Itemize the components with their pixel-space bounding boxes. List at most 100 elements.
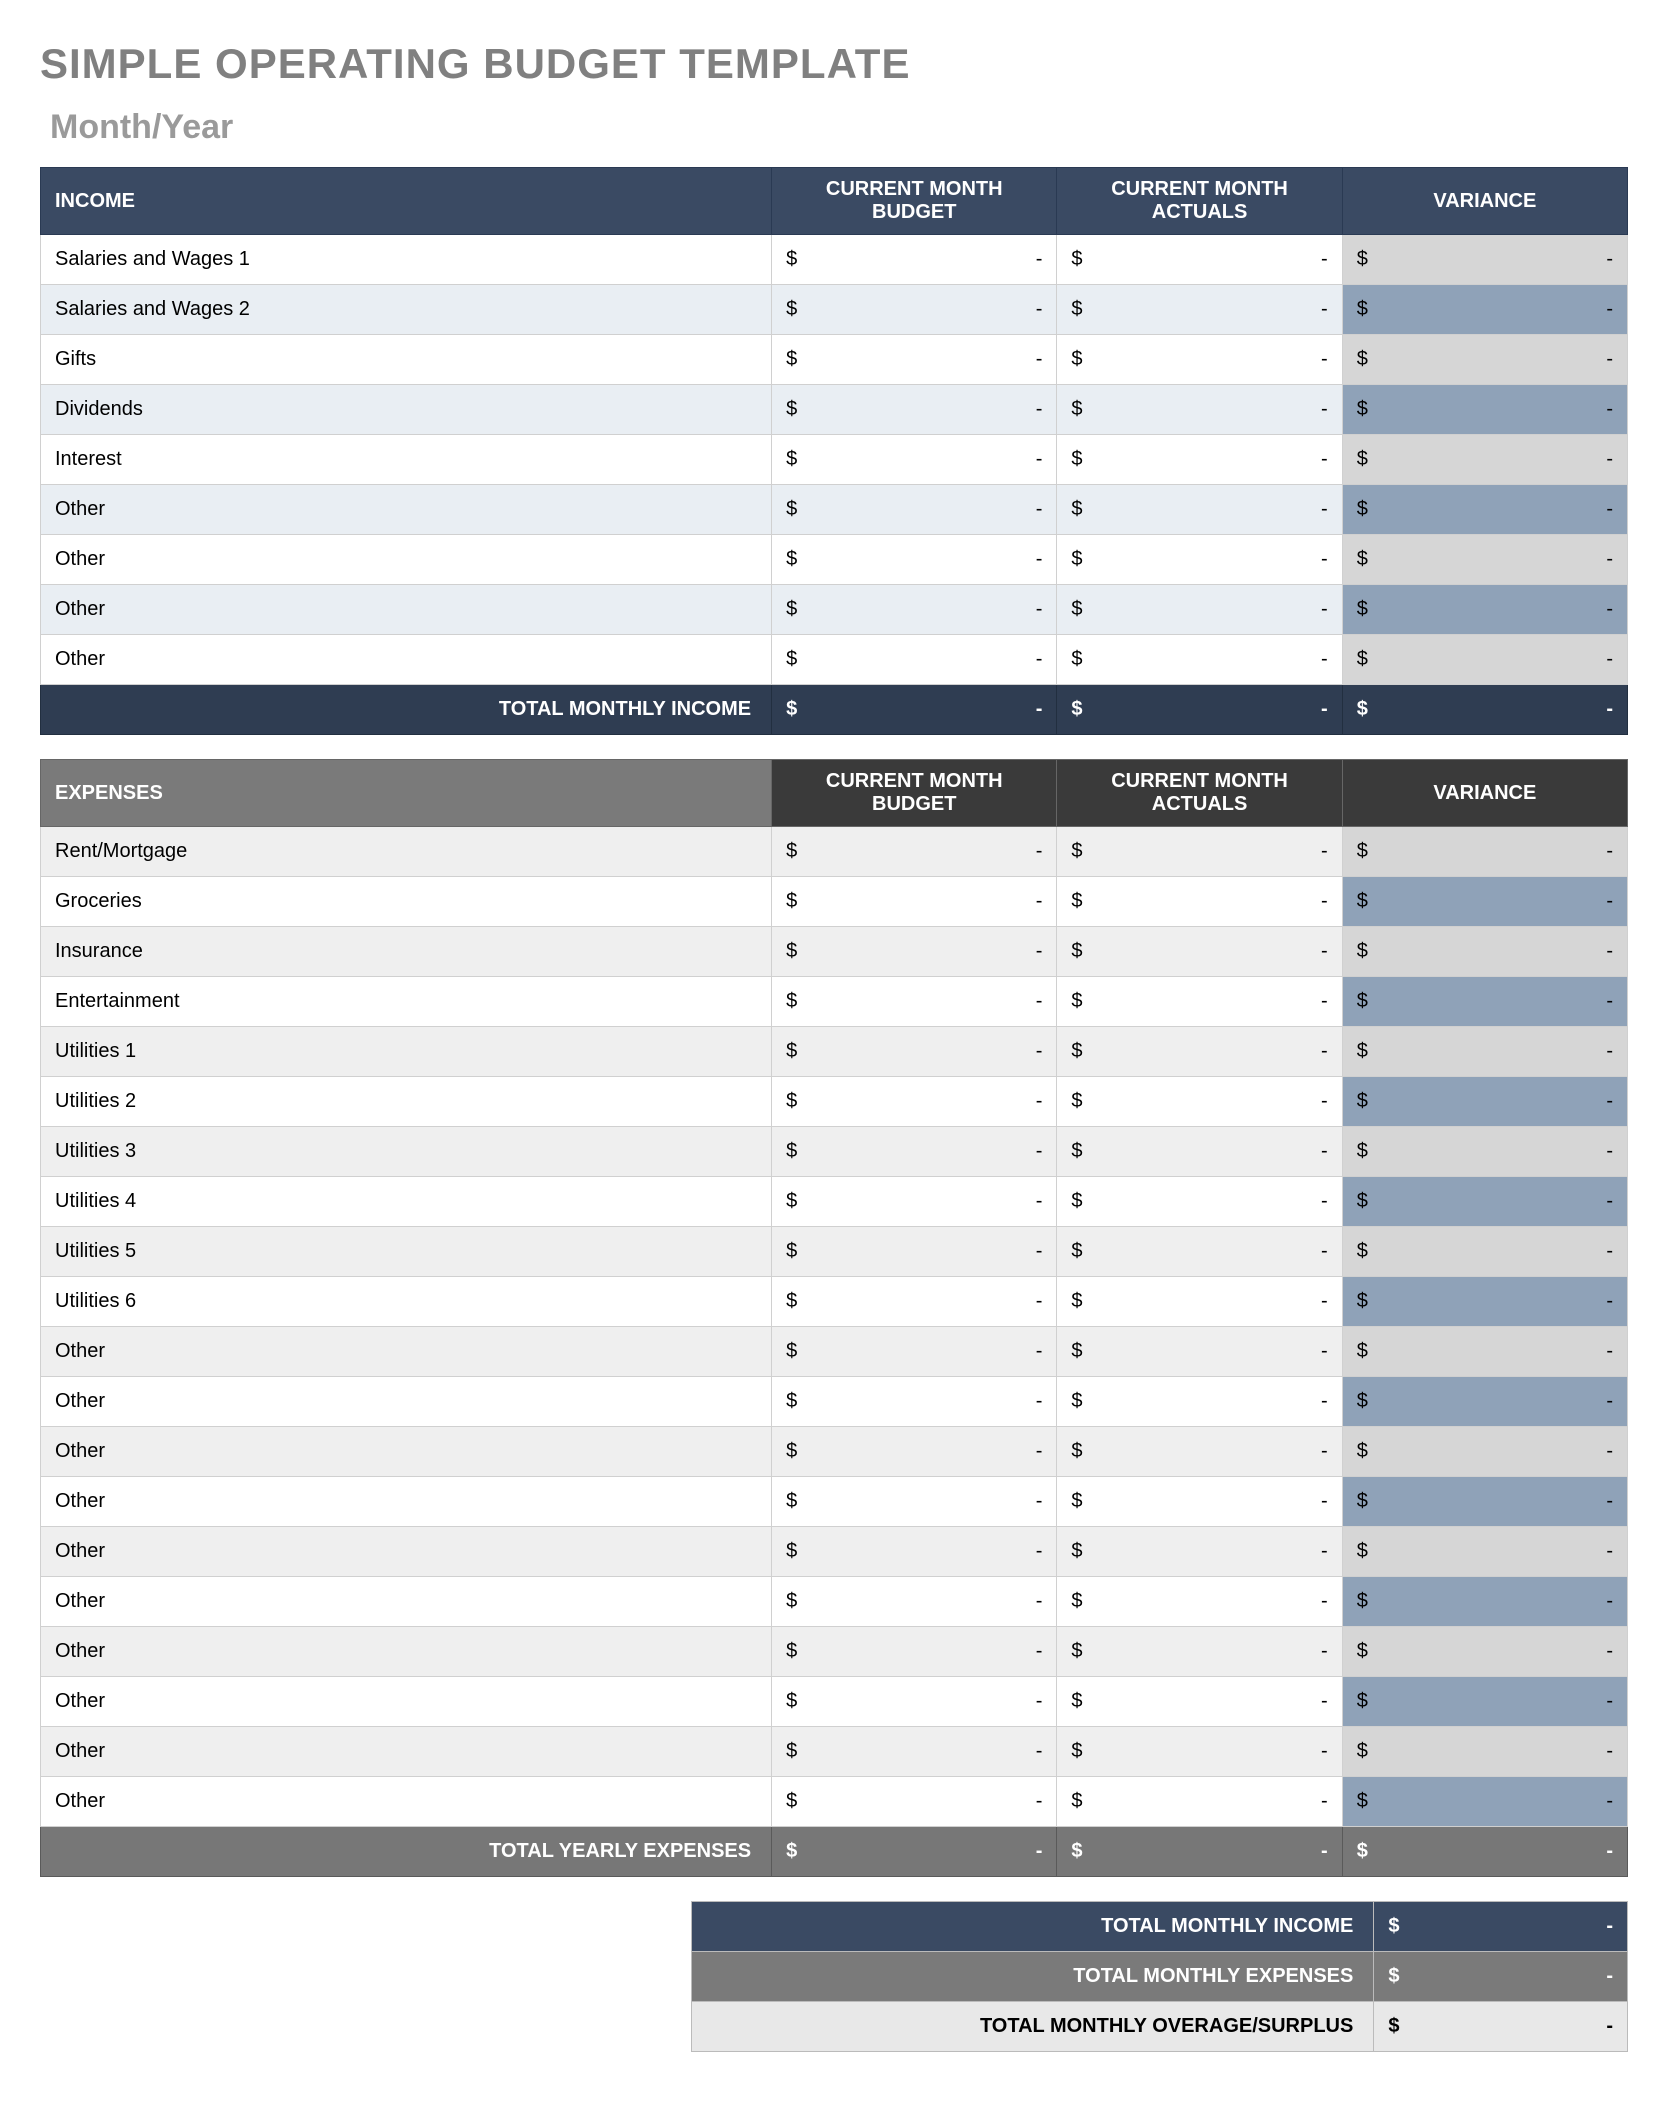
cell-budget[interactable]: $- (772, 827, 1057, 877)
row-label[interactable]: Other (41, 1527, 772, 1577)
income-total-actuals: $- (1057, 685, 1342, 735)
row-label[interactable]: Utilities 6 (41, 1277, 772, 1327)
cell-budget[interactable]: $- (772, 1677, 1057, 1727)
cell-budget[interactable]: $- (772, 927, 1057, 977)
cell-actuals[interactable]: $- (1057, 1777, 1342, 1827)
cell-actuals[interactable]: $- (1057, 1077, 1342, 1127)
row-label[interactable]: Other (41, 1677, 772, 1727)
income-total-budget: $- (772, 685, 1057, 735)
col-actuals-header: CURRENT MONTH ACTUALS (1057, 168, 1342, 235)
cell-variance: $- (1342, 485, 1627, 535)
row-label[interactable]: Other (41, 1477, 772, 1527)
row-label[interactable]: Gifts (41, 335, 772, 385)
cell-budget[interactable]: $- (772, 435, 1057, 485)
cell-actuals[interactable]: $- (1057, 1677, 1342, 1727)
cell-variance: $- (1342, 635, 1627, 685)
cell-budget[interactable]: $- (772, 1577, 1057, 1627)
cell-budget[interactable]: $- (772, 1227, 1057, 1277)
cell-variance: $- (1342, 927, 1627, 977)
row-label[interactable]: Utilities 2 (41, 1077, 772, 1127)
cell-actuals[interactable]: $- (1057, 1627, 1342, 1677)
cell-budget[interactable]: $- (772, 1377, 1057, 1427)
cell-actuals[interactable]: $- (1057, 877, 1342, 927)
cell-budget[interactable]: $- (772, 1177, 1057, 1227)
row-label[interactable]: Other (41, 485, 772, 535)
table-row: Utilities 4$-$-$- (41, 1177, 1628, 1227)
cell-variance: $- (1342, 1377, 1627, 1427)
cell-actuals[interactable]: $- (1057, 335, 1342, 385)
cell-budget[interactable]: $- (772, 1727, 1057, 1777)
cell-budget[interactable]: $- (772, 977, 1057, 1027)
cell-actuals[interactable]: $- (1057, 927, 1342, 977)
cell-budget[interactable]: $- (772, 1627, 1057, 1677)
row-label[interactable]: Other (41, 1377, 772, 1427)
cell-budget[interactable]: $- (772, 1027, 1057, 1077)
cell-actuals[interactable]: $- (1057, 635, 1342, 685)
cell-budget[interactable]: $- (772, 635, 1057, 685)
row-label[interactable]: Other (41, 1627, 772, 1677)
row-label[interactable]: Other (41, 1777, 772, 1827)
row-label[interactable]: Entertainment (41, 977, 772, 1027)
row-label[interactable]: Other (41, 535, 772, 585)
row-label[interactable]: Salaries and Wages 2 (41, 285, 772, 335)
row-label[interactable]: Other (41, 635, 772, 685)
row-label[interactable]: Utilities 1 (41, 1027, 772, 1077)
cell-budget[interactable]: $- (772, 235, 1057, 285)
cell-actuals[interactable]: $- (1057, 827, 1342, 877)
cell-budget[interactable]: $- (772, 585, 1057, 635)
cell-variance: $- (1342, 1527, 1627, 1577)
cell-budget[interactable]: $- (772, 1127, 1057, 1177)
cell-budget[interactable]: $- (772, 1777, 1057, 1827)
cell-actuals[interactable]: $- (1057, 1227, 1342, 1277)
cell-actuals[interactable]: $- (1057, 1377, 1342, 1427)
cell-budget[interactable]: $- (772, 285, 1057, 335)
row-label[interactable]: Other (41, 1327, 772, 1377)
row-label[interactable]: Salaries and Wages 1 (41, 235, 772, 285)
cell-budget[interactable]: $- (772, 877, 1057, 927)
cell-variance: $- (1342, 385, 1627, 435)
cell-actuals[interactable]: $- (1057, 1427, 1342, 1477)
cell-budget[interactable]: $- (772, 385, 1057, 435)
cell-budget[interactable]: $- (772, 1527, 1057, 1577)
row-label[interactable]: Interest (41, 435, 772, 485)
cell-budget[interactable]: $- (772, 1427, 1057, 1477)
cell-budget[interactable]: $- (772, 335, 1057, 385)
cell-budget[interactable]: $- (772, 1077, 1057, 1127)
row-label[interactable]: Utilities 3 (41, 1127, 772, 1177)
row-label[interactable]: Groceries (41, 877, 772, 927)
cell-actuals[interactable]: $- (1057, 1577, 1342, 1627)
cell-actuals[interactable]: $- (1057, 235, 1342, 285)
cell-actuals[interactable]: $- (1057, 1727, 1342, 1777)
summary-income-row: TOTAL MONTHLY INCOME $- (692, 1902, 1628, 1952)
row-label[interactable]: Other (41, 1577, 772, 1627)
cell-actuals[interactable]: $- (1057, 1027, 1342, 1077)
row-label[interactable]: Rent/Mortgage (41, 827, 772, 877)
col-variance-header: VARIANCE (1342, 760, 1627, 827)
row-label[interactable]: Dividends (41, 385, 772, 435)
cell-actuals[interactable]: $- (1057, 977, 1342, 1027)
cell-actuals[interactable]: $- (1057, 1127, 1342, 1177)
row-label[interactable]: Utilities 5 (41, 1227, 772, 1277)
row-label[interactable]: Other (41, 1427, 772, 1477)
cell-actuals[interactable]: $- (1057, 585, 1342, 635)
row-label[interactable]: Insurance (41, 927, 772, 977)
cell-actuals[interactable]: $- (1057, 285, 1342, 335)
cell-actuals[interactable]: $- (1057, 1177, 1342, 1227)
cell-budget[interactable]: $- (772, 535, 1057, 585)
row-label[interactable]: Other (41, 1727, 772, 1777)
cell-actuals[interactable]: $- (1057, 1277, 1342, 1327)
cell-actuals[interactable]: $- (1057, 385, 1342, 435)
cell-budget[interactable]: $- (772, 1477, 1057, 1527)
cell-budget[interactable]: $- (772, 1327, 1057, 1377)
cell-budget[interactable]: $- (772, 485, 1057, 535)
cell-actuals[interactable]: $- (1057, 485, 1342, 535)
cell-actuals[interactable]: $- (1057, 1327, 1342, 1377)
cell-actuals[interactable]: $- (1057, 1527, 1342, 1577)
cell-variance: $- (1342, 877, 1627, 927)
row-label[interactable]: Utilities 4 (41, 1177, 772, 1227)
cell-actuals[interactable]: $- (1057, 535, 1342, 585)
cell-actuals[interactable]: $- (1057, 435, 1342, 485)
row-label[interactable]: Other (41, 585, 772, 635)
cell-actuals[interactable]: $- (1057, 1477, 1342, 1527)
cell-budget[interactable]: $- (772, 1277, 1057, 1327)
